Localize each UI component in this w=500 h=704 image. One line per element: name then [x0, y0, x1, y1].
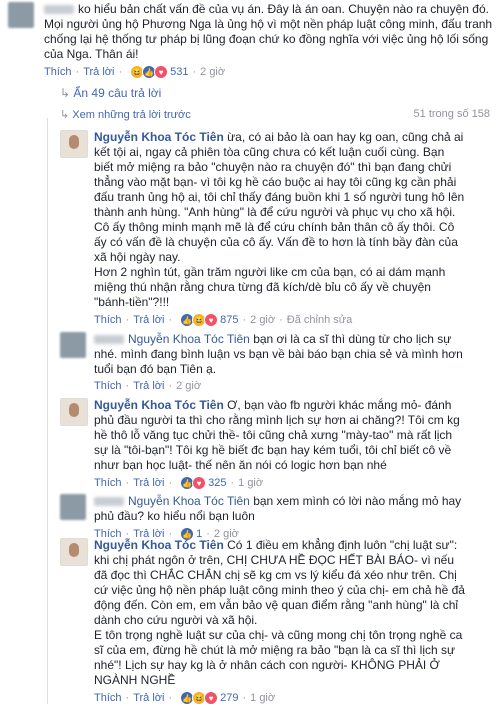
mentioned-name[interactable]: Nguyễn Khoa Tóc Tiên [128, 494, 250, 508]
top-comment-text: ko hiểu bản chất vấn đề của vụ án. Đây l… [44, 2, 493, 61]
top-comment-actions: Thích · Trả lời · 😆 👍 ♥ 531 · 2 giờ [44, 65, 226, 79]
timestamp[interactable]: 2 giờ [176, 380, 201, 392]
love-icon: ♥ [192, 476, 207, 490]
reply-avatar[interactable] [60, 538, 88, 566]
timestamp[interactable]: 1 giờ [238, 477, 263, 489]
like-link[interactable]: Thích [94, 380, 122, 392]
reply: Nguyễn Khoa Tóc Tiên ừa, có ai bảo là oa… [94, 130, 466, 327]
comment-thread: ko hiểu bản chất vấn đề của vụ án. Đây l… [0, 0, 500, 704]
commenter-avatar[interactable] [8, 2, 34, 28]
love-icon: ♥ [204, 313, 219, 327]
reply: Nguyễn Khoa Tóc Tiên bạn ơi là ca sĩ thì… [94, 332, 466, 392]
reply-link[interactable]: Trả lời [133, 692, 164, 704]
commenter-name-blurred[interactable] [94, 497, 124, 507]
like-link[interactable]: Thích [94, 314, 122, 326]
reply-author[interactable]: Nguyễn Khoa Tóc Tiên [94, 130, 224, 144]
like-link[interactable]: Thích [94, 692, 122, 704]
commenter-name-blurred[interactable] [94, 335, 124, 345]
reactions[interactable]: 😆 👍 ♥ 531 [130, 65, 188, 79]
reply-text-continued: Hơn 2 nghìn tút, gần trăm người like cm … [94, 265, 446, 309]
reply: Nguyễn Khoa Tóc Tiên Có 1 điều em khẳng … [94, 538, 466, 704]
timestamp[interactable]: 2 giờ [250, 314, 275, 326]
reply-link[interactable]: Trả lời [133, 380, 164, 392]
like-link[interactable]: Thích [94, 477, 122, 489]
love-icon: ♥ [154, 65, 169, 79]
timestamp[interactable]: 2 giờ [200, 66, 225, 78]
reactions[interactable]: 👍 😆 ♥ 875 [180, 313, 238, 327]
reply: Nguyễn Khoa Tóc Tiên bạn xem mình có lời… [94, 494, 466, 541]
hide-replies-link[interactable]: ↳ Ẩn 49 câu trả lời [60, 86, 161, 100]
reactions[interactable]: 👍 ♥ 325 [180, 476, 226, 490]
reply-actions: Thích · Trả lời · 👍 😆 ♥ 875 · 2 giờ · Đã chỉ… [94, 313, 353, 327]
reaction-count: 531 [170, 66, 189, 78]
reply-actions: Thích · Trả lời · 👍 😆 ♥ 279 · 1 giờ [94, 691, 276, 704]
reactions[interactable]: 👍 😆 ♥ 279 [180, 691, 238, 704]
reaction-count: 279 [220, 692, 239, 704]
mentioned-name[interactable]: Nguyễn Khoa Tóc Tiên [128, 332, 250, 346]
reply-link[interactable]: Trả lời [133, 314, 164, 326]
reply-link[interactable]: Trả lời [133, 477, 164, 489]
thread-line [47, 118, 48, 704]
timestamp[interactable]: 1 giờ [250, 692, 275, 704]
edited-label[interactable]: Đã chỉnh sửa [287, 314, 352, 326]
top-comment: ko hiểu bản chất vấn đề của vụ án. Đây l… [44, 2, 494, 79]
reply-avatar[interactable] [60, 332, 86, 358]
commenter-name-blurred[interactable] [44, 5, 74, 15]
reply-author[interactable]: Nguyễn Khoa Tóc Tiên [94, 538, 224, 552]
reply-avatar[interactable] [60, 398, 88, 426]
view-previous-bar: ↳ Xem những trả lời trước 51 trong số 15… [60, 108, 490, 121]
reply-author[interactable]: Nguyễn Khoa Tóc Tiên [94, 398, 224, 412]
reply-text: ừa, có ai bảo là oan hay kg oan, cũng ch… [94, 130, 465, 264]
reply-actions: Thích · Trả lời · 👍 ♥ 325 · 1 giờ [94, 476, 264, 490]
love-icon: ♥ [204, 691, 219, 704]
reaction-count: 875 [220, 314, 239, 326]
reply-avatar[interactable] [60, 494, 86, 520]
collapse-icon: ↳ [60, 86, 71, 100]
pagination-count: 51 trong số 158 [413, 108, 490, 120]
reply: Nguyễn Khoa Tóc Tiên Ơ, bạn vào fb người… [94, 398, 466, 490]
reply-text-continued: E tôn trọng nghề luật sư của chị- và cũn… [94, 628, 463, 687]
like-link[interactable]: Thích [44, 66, 72, 78]
reply-link[interactable]: Trả lời [83, 66, 114, 78]
reply-arrow-icon: ↳ [60, 109, 70, 121]
reaction-count: 325 [208, 477, 227, 489]
reply-actions: Thích · Trả lời · 2 giờ [94, 380, 202, 392]
reply-avatar[interactable] [60, 130, 88, 158]
view-previous-link[interactable]: Xem những trả lời trước [72, 109, 190, 121]
